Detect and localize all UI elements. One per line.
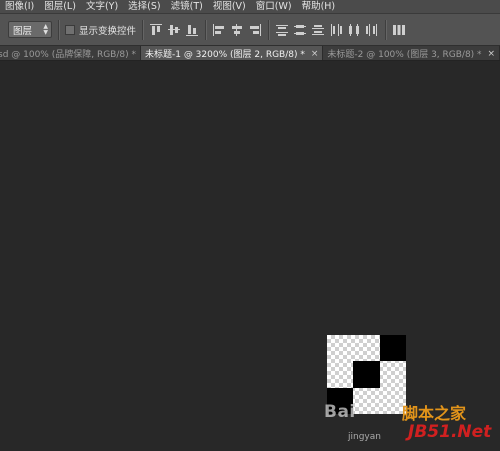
align-horizontal-buttons: [212, 23, 262, 37]
distribute-hcenter-icon[interactable]: [347, 23, 361, 37]
show-transform-label: 显示变换控件: [79, 25, 137, 37]
menu-bar: 图像(I) 图层(L) 文字(Y) 选择(S) 滤镜(T) 视图(V) 窗口(W…: [0, 0, 500, 14]
tab-document-untitled-1[interactable]: 未标题-1 @ 3200% (图层 2, RGB/8) * ×: [140, 46, 324, 60]
show-transform-controls[interactable]: 显示变换控件: [65, 23, 136, 37]
align-bottom-edges-icon[interactable]: [185, 23, 199, 37]
tab-document-untitled-2[interactable]: 未标题-2 @ 100% (图层 3, RGB/8) * ×: [323, 46, 500, 60]
distribute-right-icon[interactable]: [365, 23, 379, 37]
show-transform-checkbox[interactable]: [65, 24, 75, 35]
distribute-buttons: [275, 23, 379, 37]
menu-select[interactable]: 选择(S): [123, 0, 165, 13]
align-top-edges-icon[interactable]: [149, 23, 163, 37]
distribute-bottom-icon[interactable]: [311, 23, 325, 37]
align-horizontal-centers-icon[interactable]: [230, 23, 244, 37]
align-buttons: [149, 23, 199, 37]
menu-help[interactable]: 帮助(H): [297, 0, 341, 13]
distribute-top-icon[interactable]: [275, 23, 289, 37]
auto-align-layers-icon[interactable]: [392, 23, 406, 37]
baidu-logo: Bai: [324, 402, 356, 422]
auto-select-value: 图层: [13, 25, 33, 37]
watermark: Bai jingyan 脚本之家 JB51.Net: [316, 398, 496, 448]
tab-document-sd[interactable]: sd @ 100% (品牌保障, RGB/8) *: [0, 46, 141, 60]
close-icon[interactable]: ×: [488, 49, 496, 59]
menu-filter[interactable]: 滤镜(T): [166, 0, 208, 13]
menu-layer[interactable]: 图层(L): [39, 0, 81, 13]
menu-view[interactable]: 视图(V): [208, 0, 251, 13]
options-bar: 图层 ▲ ▼ 显示变换控件: [0, 14, 500, 46]
black-pixel: [379, 335, 406, 362]
site-logo: 脚本之家: [402, 404, 467, 423]
auto-select-dropdown[interactable]: 图层 ▲ ▼: [8, 21, 52, 38]
tab-label: 未标题-1 @ 3200% (图层 2, RGB/8) *: [144, 50, 305, 60]
dropdown-arrows-icon: ▲ ▼: [43, 22, 48, 36]
tab-label: sd @ 100% (品牌保障, RGB/8) *: [0, 50, 136, 60]
black-pixel: [353, 361, 380, 388]
menu-image[interactable]: 图像(I): [0, 0, 39, 13]
align-vertical-centers-icon[interactable]: [167, 23, 181, 37]
tab-label: 未标题-2 @ 100% (图层 3, RGB/8) *: [327, 50, 482, 60]
align-right-edges-icon[interactable]: [248, 23, 262, 37]
close-icon[interactable]: ×: [311, 49, 319, 59]
document-tabs: sd @ 100% (品牌保障, RGB/8) * 未标题-1 @ 3200% …: [0, 46, 500, 61]
canvas-workspace[interactable]: [0, 61, 500, 451]
divider: [205, 19, 207, 40]
distribute-left-icon[interactable]: [329, 23, 343, 37]
jb51-logo: JB51.Net: [408, 422, 492, 442]
divider: [268, 19, 270, 40]
menu-window[interactable]: 窗口(W): [251, 0, 297, 13]
distribute-center-icon[interactable]: [293, 23, 307, 37]
menu-type[interactable]: 文字(Y): [81, 0, 123, 13]
divider: [58, 19, 59, 40]
divider: [142, 19, 144, 40]
align-left-edges-icon[interactable]: [212, 23, 226, 37]
divider: [385, 19, 387, 40]
jingyan-logo: jingyan: [348, 432, 381, 442]
